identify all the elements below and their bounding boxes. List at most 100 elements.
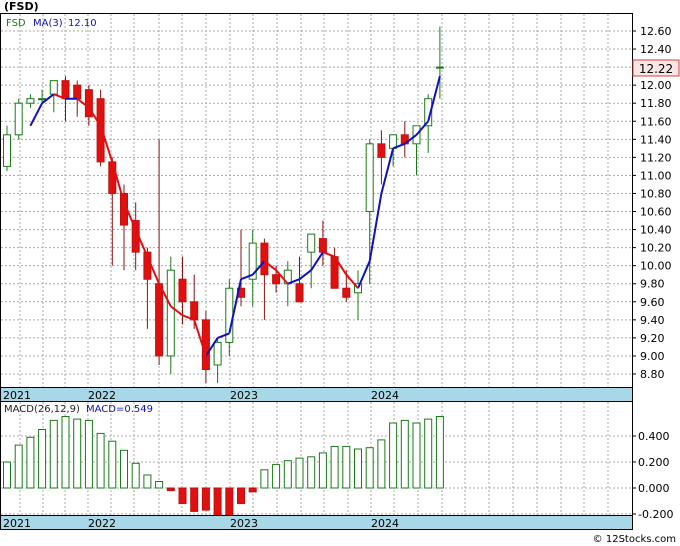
- candle-body: [377, 143, 386, 158]
- price-tick-label: 10.40: [640, 224, 672, 237]
- candle-body: [295, 283, 304, 303]
- macd-bar: [108, 440, 117, 489]
- price-tick-label: 9.20: [640, 332, 665, 345]
- macd-bar: [377, 439, 386, 489]
- price-tick-label: 9.40: [640, 314, 665, 327]
- macd-bar: [342, 445, 351, 489]
- macd-bar: [178, 487, 187, 505]
- macd-tick-label: 0.400: [638, 430, 670, 443]
- last-price-label: 12.22: [639, 62, 673, 76]
- price-x-tick-label: 2021: [3, 389, 31, 402]
- macd-bar: [14, 444, 23, 489]
- macd-bar: [213, 487, 222, 518]
- price-legend-symbol: FSD: [6, 18, 26, 29]
- macd-bar: [248, 487, 257, 493]
- macd-bar: [49, 419, 58, 489]
- price-panel-frame: [0, 13, 633, 388]
- macd-bar: [38, 429, 47, 489]
- price-tick-label: 10.60: [640, 206, 672, 219]
- macd-y-axis: 0.400 0.200 0.000 -0.200: [632, 430, 673, 521]
- macd-bar: [225, 487, 234, 519]
- candle-body: [26, 98, 35, 104]
- macd-bar: [84, 419, 93, 489]
- macd-bar: [61, 416, 70, 489]
- macd-bar: [283, 460, 292, 489]
- price-tick-label: 12.00: [640, 79, 672, 92]
- candle-body: [190, 301, 199, 321]
- macd-bar: [190, 487, 199, 512]
- candle-body: [49, 80, 58, 95]
- macd-bar: [166, 487, 175, 492]
- macd-bar: [365, 447, 374, 489]
- macd-bar: [424, 418, 433, 489]
- macd-bar: [201, 487, 210, 511]
- price-tick-label: 12.60: [640, 25, 672, 38]
- copyright: © 12Stocks.com: [593, 534, 676, 545]
- macd-bar: [400, 419, 409, 489]
- macd-bar: [96, 432, 105, 489]
- candle-body: [73, 84, 82, 100]
- macd-bar: [295, 457, 304, 489]
- macd-panel-frame: [0, 401, 633, 516]
- macd-legend-value: MACD=0.549: [86, 404, 153, 415]
- price-tick-label: 9.80: [640, 278, 665, 291]
- macd-bar: [389, 422, 398, 489]
- price-tick-label: 11.20: [640, 151, 672, 164]
- macd-bar: [237, 487, 245, 505]
- macd-x-tick-label: 2022: [88, 517, 116, 530]
- candle-body: [38, 98, 47, 101]
- macd-bar: [260, 469, 269, 489]
- macd-bar: [120, 449, 128, 489]
- candle-body: [365, 143, 374, 213]
- price-x-tick-label: 2024: [371, 389, 399, 402]
- macd-bar: [73, 418, 82, 489]
- macd-bar: [131, 462, 140, 489]
- price-tick-label: 10.20: [640, 242, 672, 255]
- macd-bar: [435, 416, 444, 489]
- price-tick-label: 9.60: [640, 296, 665, 309]
- macd-bar: [3, 461, 11, 489]
- macd-bar: [318, 452, 327, 489]
- price-x-tick-label: 2022: [88, 389, 116, 402]
- chart-title: (FSD): [4, 0, 39, 13]
- candle-body: [342, 287, 351, 298]
- candle-body: [307, 233, 316, 253]
- macd-tick-label: 0.000: [638, 482, 670, 495]
- macd-bar: [354, 448, 362, 489]
- price-y-axis: 12.6012.4012.2012.0011.8011.6011.4011.20…: [632, 25, 672, 381]
- macd-x-tick-label: 2024: [371, 517, 399, 530]
- macd-bar: [307, 456, 316, 489]
- price-tick-label: 8.80: [640, 368, 665, 381]
- macd-tick-label: -0.200: [638, 508, 673, 521]
- candle-body: [213, 341, 222, 366]
- price-tick-label: 10.00: [640, 260, 672, 273]
- candle-body: [61, 80, 70, 100]
- price-tick-label: 10.80: [640, 187, 672, 200]
- macd-tick-label: 0.200: [638, 456, 670, 469]
- macd-legend-label: MACD(26,12,9): [4, 404, 80, 415]
- fsd-chart: 12.6012.4012.2012.0011.8011.6011.4011.20…: [0, 0, 680, 545]
- candle-body: [14, 102, 23, 136]
- candle-body: [155, 283, 164, 357]
- macd-x-tick-label: 2023: [230, 517, 258, 530]
- macd-bar: [330, 445, 339, 489]
- candle-body: [201, 319, 210, 370]
- candle-body: [318, 238, 327, 253]
- price-tick-label: 9.00: [640, 350, 665, 363]
- candle-body: [389, 134, 398, 149]
- price-tick-label: 11.40: [640, 133, 672, 146]
- candle-body: [435, 66, 444, 69]
- candle-body: [260, 242, 269, 276]
- price-legend-ma-label: MA(3): [33, 18, 63, 29]
- macd-bar: [272, 464, 281, 489]
- candle-body: [166, 269, 175, 357]
- candle-body: [3, 134, 11, 167]
- price-legend-ma-value: 12.10: [68, 18, 97, 29]
- price-tick-label: 12.40: [640, 43, 672, 56]
- price-tick-label: 11.00: [640, 169, 672, 182]
- macd-bar: [155, 481, 164, 489]
- macd-x-tick-label: 2021: [3, 517, 31, 530]
- candle-body: [108, 161, 117, 194]
- price-tick-label: 11.60: [640, 115, 672, 128]
- macd-bar: [412, 422, 421, 489]
